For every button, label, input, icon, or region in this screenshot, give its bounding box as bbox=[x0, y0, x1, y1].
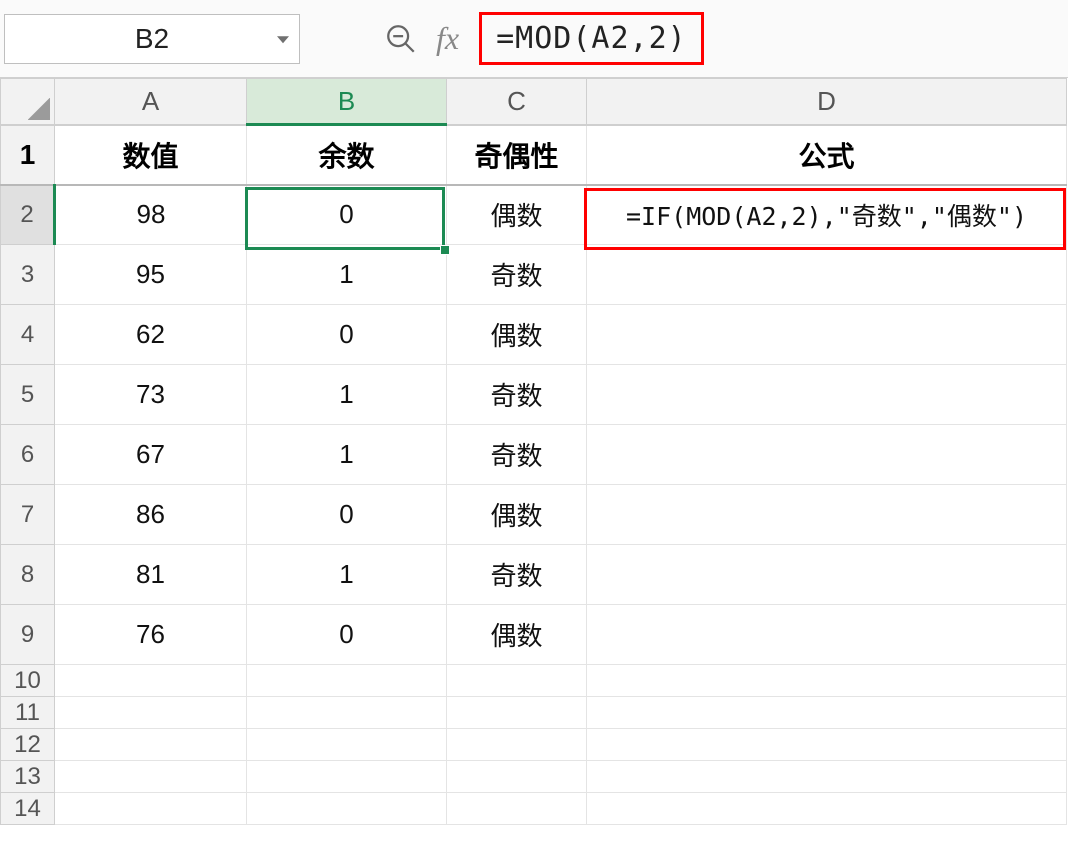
cell[interactable] bbox=[587, 365, 1067, 425]
cell[interactable] bbox=[587, 245, 1067, 305]
row-header[interactable]: 7 bbox=[1, 485, 55, 545]
cell[interactable]: 偶数 bbox=[447, 305, 587, 365]
cell[interactable] bbox=[247, 729, 447, 761]
cell[interactable] bbox=[55, 761, 247, 793]
fill-handle[interactable] bbox=[440, 245, 450, 255]
cell[interactable] bbox=[447, 729, 587, 761]
col-header-C[interactable]: C bbox=[447, 79, 587, 125]
formula-input[interactable]: =MOD(A2,2) bbox=[479, 12, 704, 65]
col-header-D[interactable]: D bbox=[587, 79, 1067, 125]
cell[interactable] bbox=[247, 665, 447, 697]
cell[interactable]: 73 bbox=[55, 365, 247, 425]
spreadsheet-grid[interactable]: A B C D 1 数值 余数 奇偶性 公式 2 98 0 偶数 =IF(MOD… bbox=[0, 78, 1068, 825]
cell-active[interactable]: 0 bbox=[247, 185, 447, 245]
cell[interactable]: 86 bbox=[55, 485, 247, 545]
cell[interactable]: 67 bbox=[55, 425, 247, 485]
row-header[interactable]: 3 bbox=[1, 245, 55, 305]
cell[interactable] bbox=[587, 665, 1067, 697]
cell[interactable]: 公式 bbox=[587, 125, 1067, 185]
row-header[interactable]: 14 bbox=[1, 793, 55, 825]
chevron-down-icon[interactable] bbox=[277, 36, 289, 43]
cell[interactable]: 数值 bbox=[55, 125, 247, 185]
row-header[interactable]: 9 bbox=[1, 605, 55, 665]
cell[interactable]: 偶数 bbox=[447, 185, 587, 245]
cell[interactable] bbox=[247, 793, 447, 825]
cell[interactable]: 1 bbox=[247, 245, 447, 305]
cell[interactable] bbox=[55, 697, 247, 729]
fx-label[interactable]: fx bbox=[436, 20, 459, 57]
name-box-value: B2 bbox=[135, 23, 169, 55]
cell[interactable] bbox=[587, 605, 1067, 665]
cell[interactable] bbox=[447, 793, 587, 825]
cell[interactable] bbox=[55, 665, 247, 697]
formula-bar: B2 fx =MOD(A2,2) bbox=[0, 0, 1068, 78]
name-box[interactable]: B2 bbox=[4, 14, 300, 64]
row-header[interactable]: 6 bbox=[1, 425, 55, 485]
cell[interactable]: 81 bbox=[55, 545, 247, 605]
cell[interactable]: 奇数 bbox=[447, 545, 587, 605]
cell[interactable] bbox=[587, 305, 1067, 365]
cell[interactable] bbox=[247, 697, 447, 729]
cell[interactable]: 0 bbox=[247, 485, 447, 545]
cell[interactable]: 奇数 bbox=[447, 425, 587, 485]
cell[interactable]: 奇数 bbox=[447, 245, 587, 305]
cell[interactable] bbox=[587, 545, 1067, 605]
cell[interactable] bbox=[587, 697, 1067, 729]
cell[interactable]: 1 bbox=[247, 365, 447, 425]
row-header[interactable]: 10 bbox=[1, 665, 55, 697]
select-all-corner[interactable] bbox=[1, 79, 55, 125]
col-header-B[interactable]: B bbox=[247, 79, 447, 125]
cell[interactable]: 0 bbox=[247, 305, 447, 365]
row-header[interactable]: 13 bbox=[1, 761, 55, 793]
cell[interactable] bbox=[587, 761, 1067, 793]
cell[interactable] bbox=[447, 697, 587, 729]
cell[interactable]: 余数 bbox=[247, 125, 447, 185]
cell[interactable] bbox=[587, 425, 1067, 485]
row-header[interactable]: 11 bbox=[1, 697, 55, 729]
cell[interactable] bbox=[55, 793, 247, 825]
cell[interactable]: =IF(MOD(A2,2),"奇数","偶数") bbox=[587, 185, 1067, 245]
row-header[interactable]: 5 bbox=[1, 365, 55, 425]
cell[interactable]: 0 bbox=[247, 605, 447, 665]
cell[interactable]: 偶数 bbox=[447, 485, 587, 545]
cell[interactable] bbox=[55, 729, 247, 761]
cell[interactable]: 奇数 bbox=[447, 365, 587, 425]
row-header[interactable]: 4 bbox=[1, 305, 55, 365]
row-header[interactable]: 8 bbox=[1, 545, 55, 605]
row-header[interactable]: 2 bbox=[1, 185, 55, 245]
col-header-A[interactable]: A bbox=[55, 79, 247, 125]
cell[interactable]: 62 bbox=[55, 305, 247, 365]
cell[interactable] bbox=[587, 729, 1067, 761]
cell[interactable] bbox=[447, 665, 587, 697]
cell[interactable]: 1 bbox=[247, 545, 447, 605]
cell[interactable]: 76 bbox=[55, 605, 247, 665]
zoom-out-icon[interactable] bbox=[380, 18, 422, 60]
cell[interactable]: 1 bbox=[247, 425, 447, 485]
cell[interactable] bbox=[447, 761, 587, 793]
cell[interactable]: 95 bbox=[55, 245, 247, 305]
row-header[interactable]: 12 bbox=[1, 729, 55, 761]
cell[interactable] bbox=[587, 485, 1067, 545]
cell[interactable]: 98 bbox=[55, 185, 247, 245]
row-header[interactable]: 1 bbox=[1, 125, 55, 185]
cell[interactable]: 偶数 bbox=[447, 605, 587, 665]
cell[interactable] bbox=[247, 761, 447, 793]
cell[interactable]: 奇偶性 bbox=[447, 125, 587, 185]
cell[interactable] bbox=[587, 793, 1067, 825]
